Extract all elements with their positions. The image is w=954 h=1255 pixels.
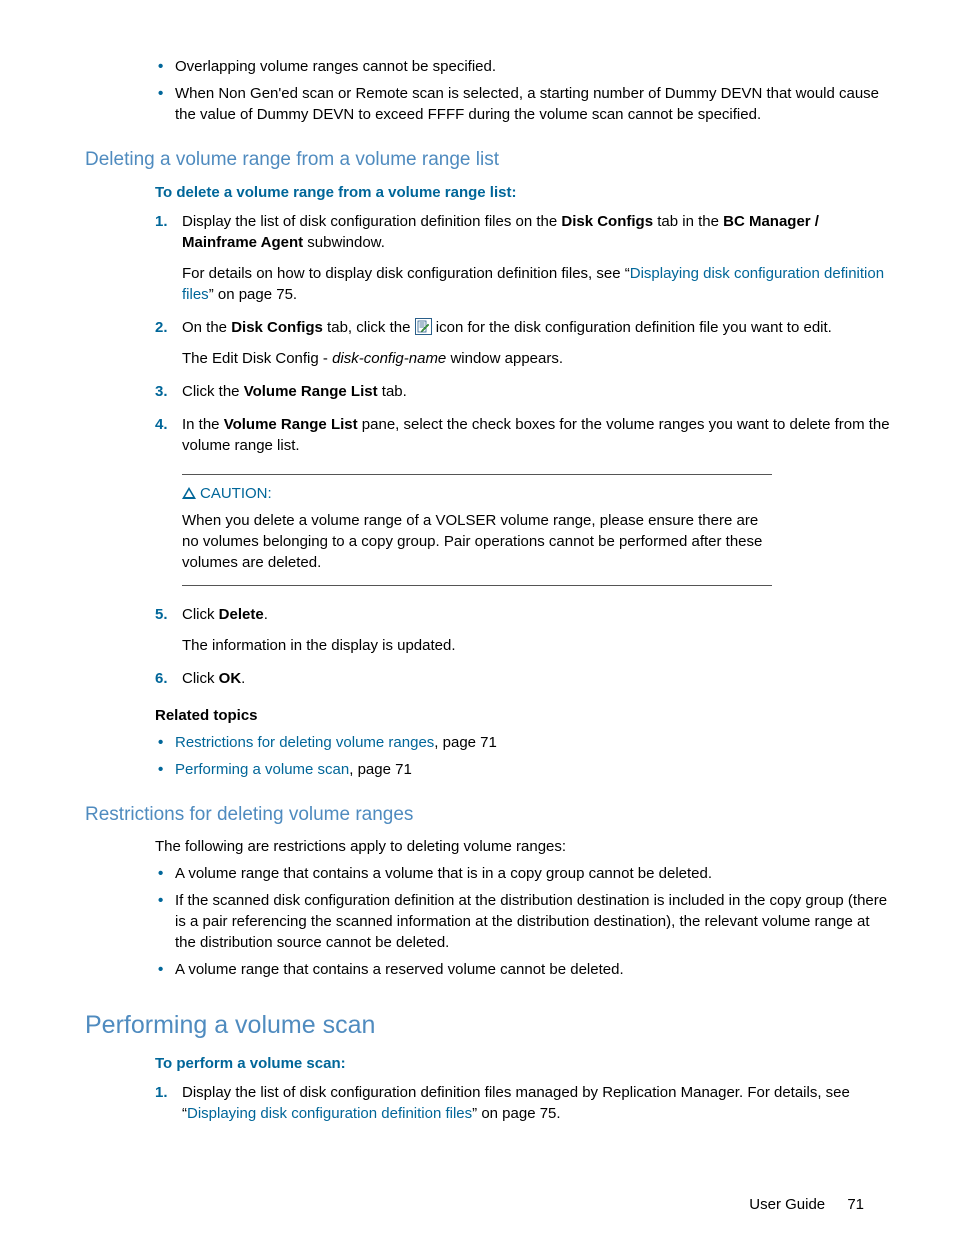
heading-performing-scan: Performing a volume scan <box>85 1008 894 1043</box>
link-restrictions[interactable]: Restrictions for deleting volume ranges <box>175 734 434 751</box>
caution-header: CAUTION: <box>182 483 772 504</box>
step-1: Display the list of disk configuration d… <box>155 211 894 305</box>
step-4: In the Volume Range List pane, select th… <box>155 414 894 456</box>
related-topics-heading: Related topics <box>155 705 894 726</box>
caution-text: When you delete a volume range of a VOLS… <box>182 510 772 573</box>
related-topics-list: Restrictions for deleting volume ranges,… <box>155 732 894 780</box>
step-text: Display the list of disk configuration d… <box>182 213 819 251</box>
page-number: 71 <box>847 1196 864 1213</box>
caution-box: CAUTION: When you delete a volume range … <box>182 474 772 586</box>
list-item: Overlapping volume ranges cannot be spec… <box>155 56 894 77</box>
step-5: Click Delete. The information in the dis… <box>155 604 894 656</box>
step-text: Click OK. <box>182 670 245 687</box>
procedure-lead: To delete a volume range from a volume r… <box>155 182 894 203</box>
step-text: Click the Volume Range List tab. <box>182 383 407 400</box>
intro-bullet-list: Overlapping volume ranges cannot be spec… <box>155 56 894 125</box>
heading-deleting: Deleting a volume range from a volume ra… <box>85 147 894 174</box>
page-footer: User Guide 71 <box>85 1194 894 1215</box>
caution-icon <box>182 487 196 499</box>
footer-title: User Guide <box>749 1196 825 1213</box>
delete-steps: Display the list of disk configuration d… <box>155 211 894 456</box>
link-displaying-files[interactable]: Displaying disk configuration definition… <box>187 1105 472 1122</box>
step-text: In the Volume Range List pane, select th… <box>182 416 890 454</box>
list-item: Restrictions for deleting volume ranges,… <box>155 732 894 753</box>
delete-steps-cont: Click Delete. The information in the dis… <box>155 604 894 689</box>
list-item: A volume range that contains a reserved … <box>155 959 894 980</box>
heading-restrictions: Restrictions for deleting volume ranges <box>85 802 894 829</box>
step-subtext: The Edit Disk Config - disk-config-name … <box>182 348 894 369</box>
scan-steps: Display the list of disk configuration d… <box>155 1082 894 1124</box>
step-subtext: The information in the display is update… <box>182 635 894 656</box>
step-6: Click OK. <box>155 668 894 689</box>
restrict-bullets: A volume range that contains a volume th… <box>155 863 894 980</box>
list-item: When Non Gen'ed scan or Remote scan is s… <box>155 83 894 125</box>
step-3: Click the Volume Range List tab. <box>155 381 894 402</box>
step-subtext: For details on how to display disk confi… <box>182 263 894 305</box>
step-text: Display the list of disk configuration d… <box>182 1084 850 1122</box>
list-item: A volume range that contains a volume th… <box>155 863 894 884</box>
bullet-text: Overlapping volume ranges cannot be spec… <box>175 58 496 75</box>
bullet-text: When Non Gen'ed scan or Remote scan is s… <box>175 85 879 123</box>
restrict-intro: The following are restrictions apply to … <box>155 836 894 857</box>
list-item: Performing a volume scan, page 71 <box>155 759 894 780</box>
step-1: Display the list of disk configuration d… <box>155 1082 894 1124</box>
step-2: On the Disk Configs tab, click the icon … <box>155 317 894 369</box>
link-performing-scan[interactable]: Performing a volume scan <box>175 761 349 778</box>
procedure-lead: To perform a volume scan: <box>155 1053 894 1074</box>
edit-icon <box>415 318 432 335</box>
list-item: If the scanned disk configuration defini… <box>155 890 894 953</box>
step-text: Click Delete. <box>182 606 268 623</box>
step-text: On the Disk Configs tab, click the icon … <box>182 319 832 336</box>
